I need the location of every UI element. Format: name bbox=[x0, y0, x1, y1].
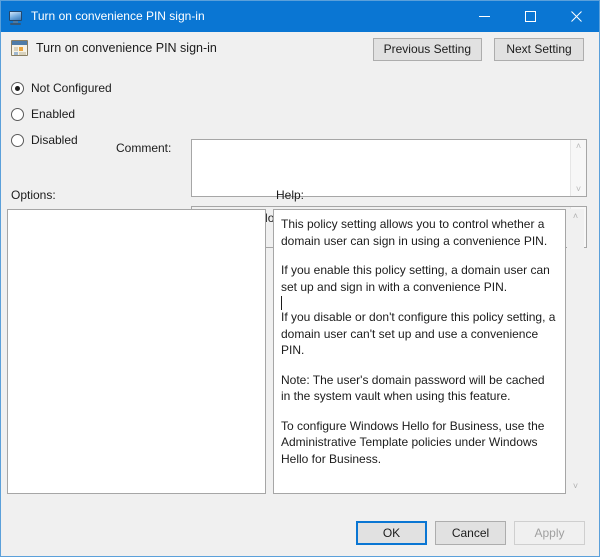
radio-disabled-label: Disabled bbox=[31, 133, 78, 147]
scroll-down-icon[interactable]: ˅ bbox=[573, 482, 578, 491]
scroll-up-icon[interactable]: ˄ bbox=[573, 212, 578, 221]
help-scrollbar[interactable]: ˄ ˅ bbox=[567, 209, 584, 494]
title-bar[interactable]: Turn on convenience PIN sign-in bbox=[1, 1, 599, 32]
radio-enabled-indicator[interactable] bbox=[11, 107, 24, 121]
help-label: Help: bbox=[276, 188, 305, 202]
radio-disabled-indicator[interactable] bbox=[11, 133, 24, 147]
apply-button: Apply bbox=[514, 521, 585, 545]
comment-label: Comment: bbox=[116, 141, 172, 155]
navigation-buttons: Previous Setting Next Setting bbox=[372, 38, 584, 61]
radio-enabled[interactable]: Enabled bbox=[11, 101, 111, 127]
radio-not-configured-indicator[interactable] bbox=[11, 81, 24, 95]
options-pane[interactable] bbox=[7, 209, 266, 494]
dialog-footer: OK Cancel Apply bbox=[1, 511, 599, 556]
text-caret bbox=[281, 295, 557, 311]
policy-setting-dialog: Turn on convenience PIN sign-in Turn on … bbox=[0, 0, 600, 557]
help-content: This policy setting allows you to contro… bbox=[274, 210, 565, 473]
help-paragraph: If you enable this policy setting, a dom… bbox=[281, 263, 550, 294]
help-paragraph: To configure Windows Hello for Business,… bbox=[281, 418, 545, 466]
radio-not-configured-label: Not Configured bbox=[31, 81, 112, 95]
options-label: Options: bbox=[11, 188, 56, 202]
next-setting-button[interactable]: Next Setting bbox=[494, 38, 584, 61]
setting-title: Turn on convenience PIN sign-in bbox=[36, 41, 217, 55]
dialog-buttons: OK Cancel Apply bbox=[356, 521, 585, 545]
radio-enabled-label: Enabled bbox=[31, 107, 76, 121]
ok-button[interactable]: OK bbox=[356, 521, 427, 545]
scroll-up-icon[interactable]: ˄ bbox=[576, 142, 581, 151]
close-icon[interactable] bbox=[553, 1, 599, 32]
window-title: Turn on convenience PIN sign-in bbox=[31, 9, 205, 23]
monitor-icon bbox=[8, 9, 24, 25]
maximize-icon[interactable] bbox=[507, 1, 553, 32]
help-paragraph: Note: The user's domain password will be… bbox=[281, 372, 545, 404]
setting-header: Turn on convenience PIN sign-in Previous… bbox=[1, 32, 599, 65]
previous-setting-button[interactable]: Previous Setting bbox=[372, 38, 482, 61]
radio-not-configured[interactable]: Not Configured bbox=[11, 75, 112, 101]
help-paragraph: If you disable or don't configure this p… bbox=[281, 310, 556, 357]
radio-disabled[interactable]: Disabled bbox=[11, 127, 111, 153]
options-content bbox=[8, 210, 265, 222]
help-paragraph: This policy setting allows you to contro… bbox=[281, 217, 548, 248]
cancel-button[interactable]: Cancel bbox=[435, 521, 506, 545]
minimize-icon[interactable] bbox=[461, 1, 507, 32]
help-pane[interactable]: This policy setting allows you to contro… bbox=[273, 209, 566, 494]
state-radio-group: Not Configured Enabled Disabled bbox=[11, 75, 112, 153]
policy-setting-icon bbox=[11, 40, 28, 56]
pane-labels: Options: Help: bbox=[1, 183, 599, 209]
caption-buttons bbox=[461, 1, 599, 32]
pane-area: This policy setting allows you to contro… bbox=[1, 209, 599, 511]
setting-state-area: Not Configured Enabled Disabled Comment:… bbox=[1, 65, 599, 248]
